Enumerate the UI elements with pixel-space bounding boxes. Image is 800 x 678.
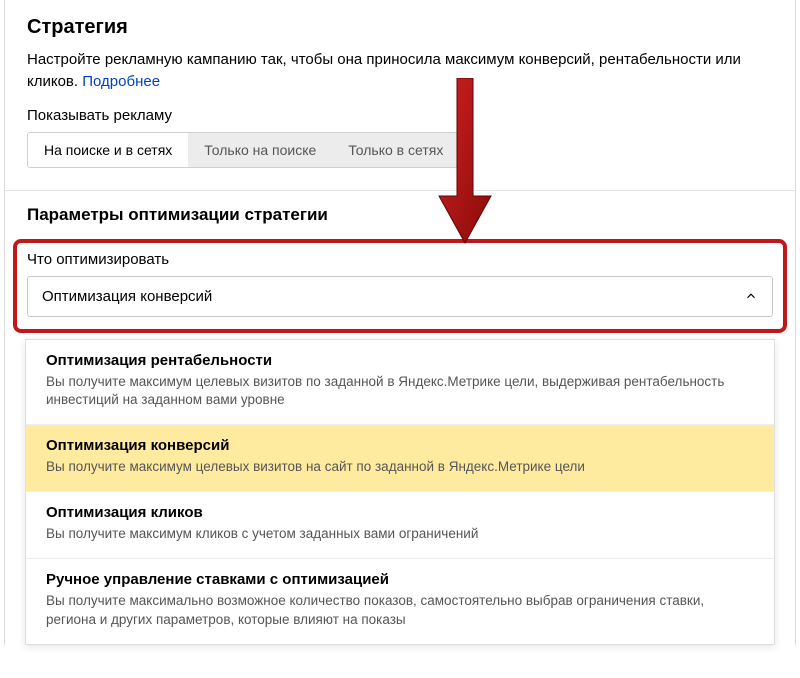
option-title: Оптимизация рентабельности	[46, 352, 754, 369]
option-desc: Вы получите максимум целевых визитов по …	[46, 373, 754, 411]
option-conversions[interactable]: Оптимизация конверсий Вы получите максим…	[26, 425, 774, 492]
optimize-select[interactable]: Оптимизация конверсий	[27, 276, 773, 317]
show-ads-segment: На поиске и в сетях Только на поиске Тол…	[27, 132, 460, 168]
strategy-description: Настройте рекламную кампанию так, чтобы …	[27, 49, 773, 93]
optimize-label: Что оптимизировать	[27, 251, 773, 268]
option-manual-bids[interactable]: Ручное управление ставками с оптимизацие…	[26, 559, 774, 644]
option-desc: Вы получите максимально возможное количе…	[46, 592, 754, 630]
option-desc: Вы получите максимум кликов с учетом зад…	[46, 525, 754, 544]
optimize-highlight: Что оптимизировать Оптимизация конверсий	[13, 239, 787, 333]
option-clicks[interactable]: Оптимизация кликов Вы получите максимум …	[26, 492, 774, 559]
option-desc: Вы получите максимум целевых визитов на …	[46, 458, 754, 477]
show-ads-label: Показывать рекламу	[27, 107, 773, 124]
chevron-up-icon	[744, 289, 758, 303]
option-title: Оптимизация кликов	[46, 504, 754, 521]
seg-search-and-networks[interactable]: На поиске и в сетях	[28, 133, 188, 167]
strategy-heading: Стратегия	[27, 16, 773, 39]
optimize-dropdown: Оптимизация рентабельности Вы получите м…	[25, 339, 775, 645]
params-heading: Параметры оптимизации стратегии	[5, 191, 795, 235]
optimize-select-value: Оптимизация конверсий	[42, 288, 212, 305]
option-title: Оптимизация конверсий	[46, 437, 754, 454]
option-title: Ручное управление ставками с оптимизацие…	[46, 571, 754, 588]
more-link[interactable]: Подробнее	[82, 73, 160, 90]
seg-networks-only[interactable]: Только в сетях	[332, 133, 459, 167]
option-profitability[interactable]: Оптимизация рентабельности Вы получите м…	[26, 340, 774, 426]
seg-search-only[interactable]: Только на поиске	[188, 133, 332, 167]
